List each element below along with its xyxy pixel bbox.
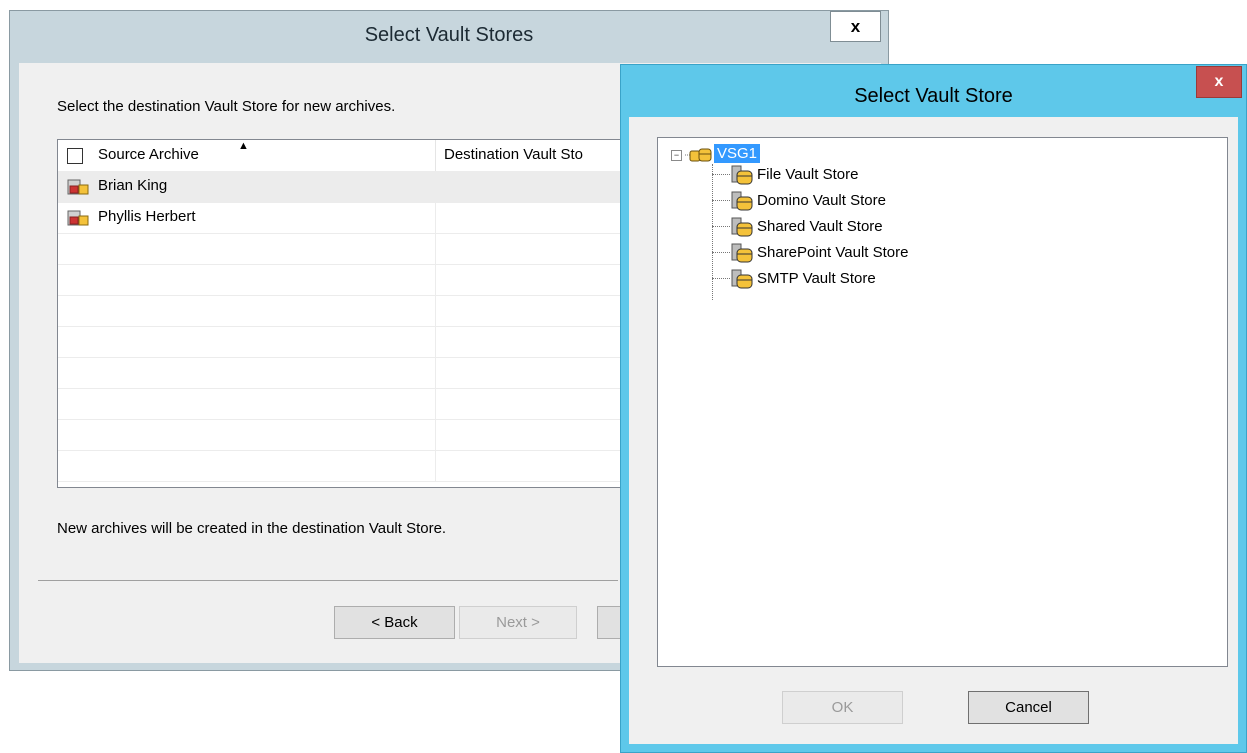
close-icon: x [1214, 73, 1224, 90]
tree-item-label: Domino Vault Store [757, 192, 886, 209]
tree-item-label: Shared Vault Store [757, 218, 883, 235]
select-all-checkbox[interactable] [67, 148, 83, 164]
vault-store-tree[interactable]: − VSG1 File Vault Store Domino Vault Sto… [657, 137, 1228, 667]
close-button[interactable]: x [830, 11, 881, 42]
tree-item-label: SharePoint Vault Store [757, 244, 909, 261]
ok-button[interactable]: OK [782, 691, 903, 724]
title-bar[interactable]: Select Vault Stores x [10, 11, 888, 63]
vault-store-icon [731, 191, 753, 211]
collapse-icon[interactable]: − [671, 150, 682, 161]
destination-cell [435, 171, 436, 202]
empty-row [58, 450, 636, 482]
column-label-destination: Destination Vault Sto [444, 146, 583, 163]
vault-store-icon [731, 243, 753, 263]
list-row[interactable]: Brian King [58, 171, 636, 203]
dialog-title: Select Vault Store [854, 85, 1013, 107]
vault-store-icon [731, 165, 753, 185]
vault-store-group-icon [685, 148, 712, 162]
back-button[interactable]: < Back [334, 606, 455, 639]
sort-ascending-icon: ▲ [238, 140, 249, 152]
select-vault-store-dialog: Select Vault Store x − VSG1 File Vault S… [620, 64, 1247, 753]
archive-name: Brian King [98, 177, 168, 194]
tree-item-vsg1[interactable]: VSG1 [714, 144, 761, 163]
close-button[interactable]: x [1196, 66, 1242, 98]
empty-row [58, 357, 636, 389]
archive-list[interactable]: Source Archive ▲ Destination Vault Sto B… [57, 139, 637, 488]
separator [38, 580, 618, 581]
tree-connector [712, 164, 713, 300]
window-title: Select Vault Stores [364, 24, 534, 46]
empty-row [58, 264, 636, 296]
empty-row [58, 326, 636, 358]
empty-row [58, 295, 636, 327]
archive-icon [67, 179, 89, 195]
archive-name: Phyllis Herbert [98, 208, 196, 225]
tree-item-label: SMTP Vault Store [757, 270, 876, 287]
vault-store-icon [731, 269, 753, 289]
list-row[interactable]: Phyllis Herbert [58, 202, 636, 234]
empty-row [58, 388, 636, 420]
column-label-source: Source Archive [98, 146, 199, 163]
archive-icon [67, 210, 89, 226]
empty-row [58, 419, 636, 451]
column-header-destination[interactable]: Destination Vault Sto [436, 140, 636, 171]
cancel-button[interactable]: Cancel [968, 691, 1089, 724]
vault-store-icon [731, 217, 753, 237]
dialog-client-area: − VSG1 File Vault Store Domino Vault Sto… [629, 117, 1238, 744]
next-button[interactable]: Next > [459, 606, 577, 639]
destination-cell [435, 202, 436, 233]
instruction-text: Select the destination Vault Store for n… [57, 98, 396, 115]
empty-row [58, 233, 636, 265]
tree-item-label: File Vault Store [757, 166, 859, 183]
list-header: Source Archive ▲ Destination Vault Sto [58, 140, 636, 172]
column-header-source-archive[interactable]: Source Archive ▲ [58, 140, 436, 171]
status-text: New archives will be created in the dest… [57, 520, 447, 537]
close-icon: x [850, 16, 861, 36]
